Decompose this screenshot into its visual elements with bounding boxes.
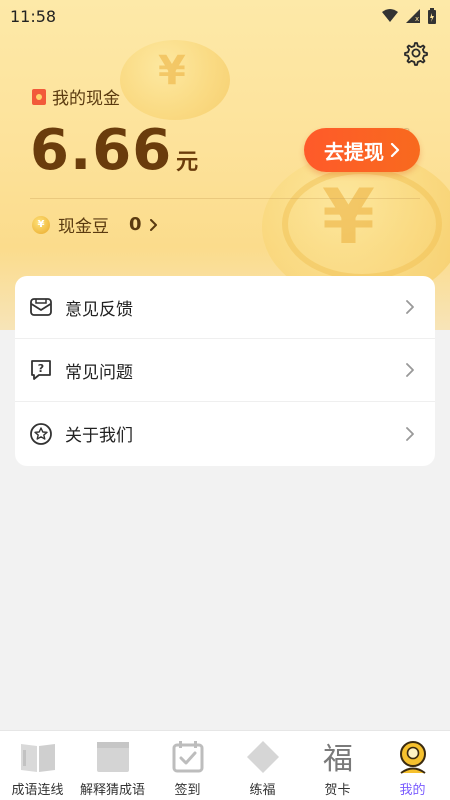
battery-icon [428, 8, 436, 24]
cash-amount-unit: 元 [176, 150, 199, 175]
yen-decoration-large: ¥ [322, 172, 375, 261]
chevron-right-icon [406, 426, 414, 441]
book-icon [18, 739, 58, 775]
profile-icon [393, 739, 433, 775]
cash-amount-value: 6.66 [30, 118, 173, 183]
menu-card: 意见反馈 ? 常见问题 关于我们 [15, 276, 435, 466]
chevron-right-icon [149, 218, 157, 231]
menu-item-feedback[interactable]: 意见反馈 [15, 276, 435, 339]
cash-label-text: 我的现金 [52, 89, 120, 109]
wifi-icon [382, 9, 398, 22]
header-divider [30, 198, 420, 199]
nav-item-greeting-card[interactable]: 福 贺卡 [300, 731, 375, 800]
fu-character-icon: 福 [318, 739, 358, 775]
withdraw-button-label: 去提现 [324, 139, 384, 164]
nav-label: 签到 [174, 783, 201, 798]
menu-item-label: 意见反馈 [65, 299, 133, 320]
menu-item-about[interactable]: 关于我们 [15, 402, 435, 465]
chevron-right-icon [406, 363, 414, 377]
withdraw-button[interactable]: 去提现 [304, 128, 420, 172]
settings-gear-icon[interactable] [400, 38, 430, 68]
nav-item-checkin[interactable]: 签到 [150, 731, 225, 800]
nav-label: 解释猜成语 [79, 783, 145, 798]
cash-beans-value: 0 [129, 214, 142, 235]
status-time: 11:58 [10, 6, 57, 26]
menu-item-faq[interactable]: ? 常见问题 [15, 339, 435, 402]
svg-text:x: x [415, 15, 419, 23]
nav-label: 我的 [399, 783, 426, 798]
nav-item-idiom-link[interactable]: 成语连线 [0, 731, 75, 800]
bottom-nav: 成语连线 解释猜成语 签到 练福 福 贺卡 我的 [0, 730, 450, 800]
red-envelope-icon [32, 88, 46, 105]
question-bubble-icon: ? [29, 358, 53, 382]
nav-label: 成语连线 [11, 783, 64, 798]
cash-label: 我的现金 [32, 84, 120, 109]
nav-item-practice-fu[interactable]: 练福 [225, 731, 300, 800]
bean-coin-icon: ¥ [32, 215, 50, 234]
nav-item-me[interactable]: 我的 [375, 731, 450, 800]
calendar-check-icon [168, 739, 208, 775]
status-bar: 11:58 x [0, 0, 450, 32]
cash-amount: 6.66 元 [30, 118, 198, 183]
svg-text:?: ? [38, 362, 44, 375]
menu-item-label: 关于我们 [65, 426, 133, 446]
signal-icon: x [406, 9, 420, 23]
menu-item-label: 常见问题 [65, 362, 133, 383]
card-icon [93, 739, 133, 775]
cash-beans-label: 现金豆 [58, 217, 109, 237]
nav-label: 贺卡 [324, 783, 351, 798]
svg-text:福: 福 [323, 742, 353, 774]
chevron-right-icon [390, 143, 400, 157]
diamond-icon [243, 739, 283, 775]
status-icons: x [382, 8, 436, 24]
star-circle-icon [29, 422, 53, 446]
chevron-right-icon [406, 300, 414, 314]
yen-decoration-small: ¥ [158, 48, 186, 94]
cash-beans-row[interactable]: ¥ 现金豆 0 [32, 212, 158, 237]
mail-icon [29, 295, 53, 319]
nav-label: 练福 [249, 783, 276, 798]
nav-item-guess-idiom[interactable]: 解释猜成语 [75, 731, 150, 800]
